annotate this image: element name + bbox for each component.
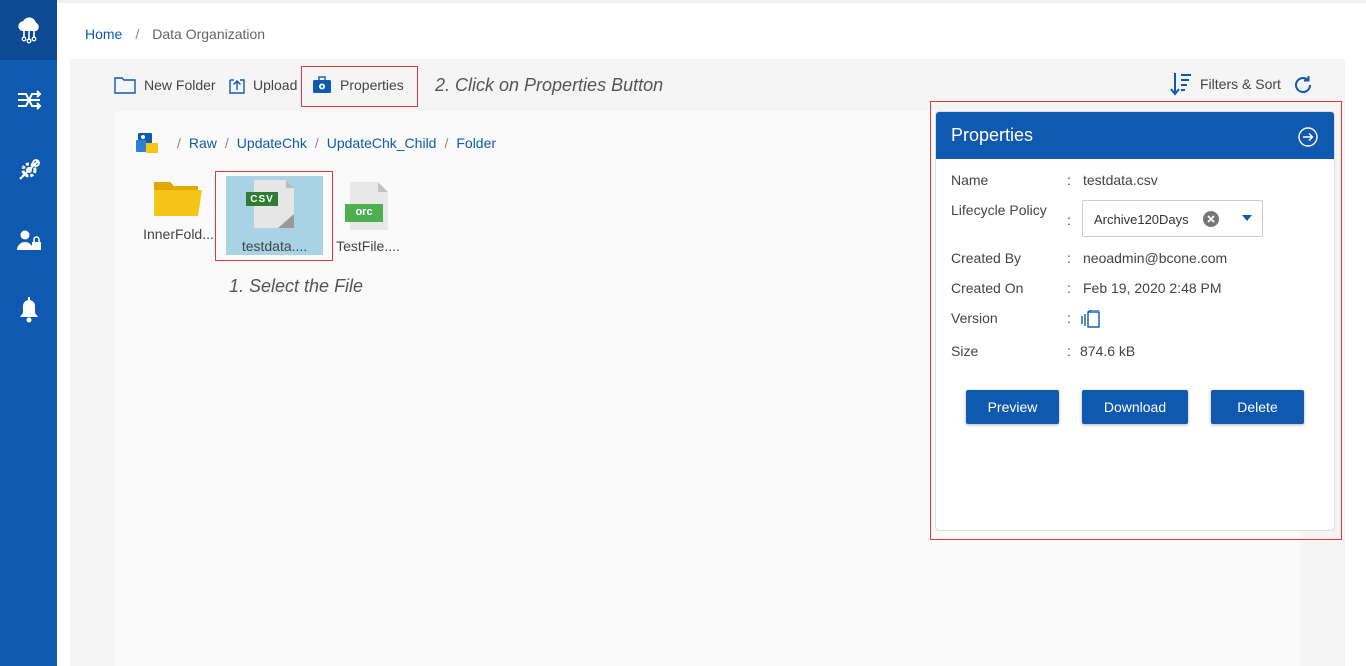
lifecycle-policy-value: Archive120Days [1094,212,1189,227]
sidebar-item-user-access[interactable] [0,210,57,270]
step2-annotation: 2. Click on Properties Button [435,75,664,95]
created-by-label: Created By [951,250,1022,266]
name-label: Name [951,172,989,188]
orc-badge: orc [355,206,373,218]
path-segment-updatechk[interactable]: UpdateChk [237,135,307,151]
version-label: Version [951,310,998,326]
folder-path: / Raw / UpdateChk / UpdateChk_Child / Fo… [135,132,496,154]
chevron-down-icon[interactable] [1241,214,1253,222]
settings-gear-icon [18,159,40,180]
upload-icon [229,79,245,94]
sort-filter-icon [1170,73,1191,96]
breadcrumb: Home / Data Organization [85,26,265,42]
path-separator: / [224,135,229,151]
colon: : [1067,280,1071,296]
properties-title: Properties [951,125,1034,145]
download-button[interactable]: Download [1082,390,1188,424]
path-separator: / [314,135,319,151]
path-segment-raw[interactable]: Raw [189,135,217,151]
user-lock-icon [16,230,41,250]
storage-root-icon[interactable] [135,132,159,154]
sidebar-item-notifications[interactable] [0,280,57,340]
properties-panel: Properties Name : testdata.csv Lifecycle… [935,111,1335,531]
shuffle-icon [17,90,41,110]
size-value: 874.6 kB [1080,343,1136,359]
path-separator: / [444,135,449,151]
sidebar-item-settings[interactable] [0,140,57,200]
file-name-orc: TestFile.... [336,238,400,254]
colon: : [1067,310,1071,326]
colon: : [1067,172,1071,188]
upload-button[interactable]: Upload [229,74,297,96]
created-on-value: Feb 19, 2020 2:48 PM [1083,280,1222,296]
sidebar [0,0,57,666]
bell-icon [19,297,38,323]
folder-icon [154,182,202,216]
created-on-label: Created On [951,280,1024,296]
top-divider [57,0,1366,3]
filters-sort-label: Filters & Sort [1200,76,1281,92]
sidebar-item-data-organization[interactable] [0,0,57,60]
properties-highlight-box [301,66,418,107]
new-folder-label: New Folder [144,77,216,93]
colon: : [1067,250,1071,266]
clear-icon[interactable] [1202,210,1220,228]
path-segment-folder[interactable]: Folder [456,135,496,151]
breadcrumb-separator: / [135,26,140,42]
cloud-network-icon [17,17,39,44]
filters-sort-button[interactable]: Filters & Sort [1170,72,1281,96]
sidebar-item-transfer[interactable] [0,70,57,130]
path-segment-updatechk-child[interactable]: UpdateChk_Child [327,135,437,151]
step1-annotation: 1. Select the File [229,276,364,296]
version-history-icon[interactable] [1079,310,1101,328]
properties-header: Properties [936,112,1334,159]
breadcrumb-home-link[interactable]: Home [85,26,122,42]
file-highlight-box [215,171,333,261]
delete-button[interactable]: Delete [1211,390,1304,424]
lifecycle-label: Lifecycle Policy [951,202,1047,218]
path-separator: / [177,135,181,151]
file-item-orc[interactable]: orc TestFile.... [332,180,404,256]
folder-item[interactable]: InnerFold... [140,178,217,248]
new-folder-button[interactable]: New Folder [114,74,216,96]
size-label: Size [951,343,979,359]
created-by-value: neoadmin@bcone.com [1083,250,1228,266]
upload-label: Upload [253,77,298,93]
colon: : [1067,343,1071,359]
close-panel-icon[interactable] [1298,127,1318,147]
breadcrumb-current: Data Organization [152,26,266,42]
folder-name: InnerFold... [143,226,214,242]
refresh-icon [1295,76,1311,93]
name-value: testdata.csv [1083,172,1158,188]
refresh-button[interactable] [1292,74,1314,101]
colon: : [1067,212,1071,228]
preview-button[interactable]: Preview [966,390,1059,424]
folder-outline-icon [114,77,136,94]
lifecycle-policy-select[interactable]: Archive120Days [1082,200,1263,237]
